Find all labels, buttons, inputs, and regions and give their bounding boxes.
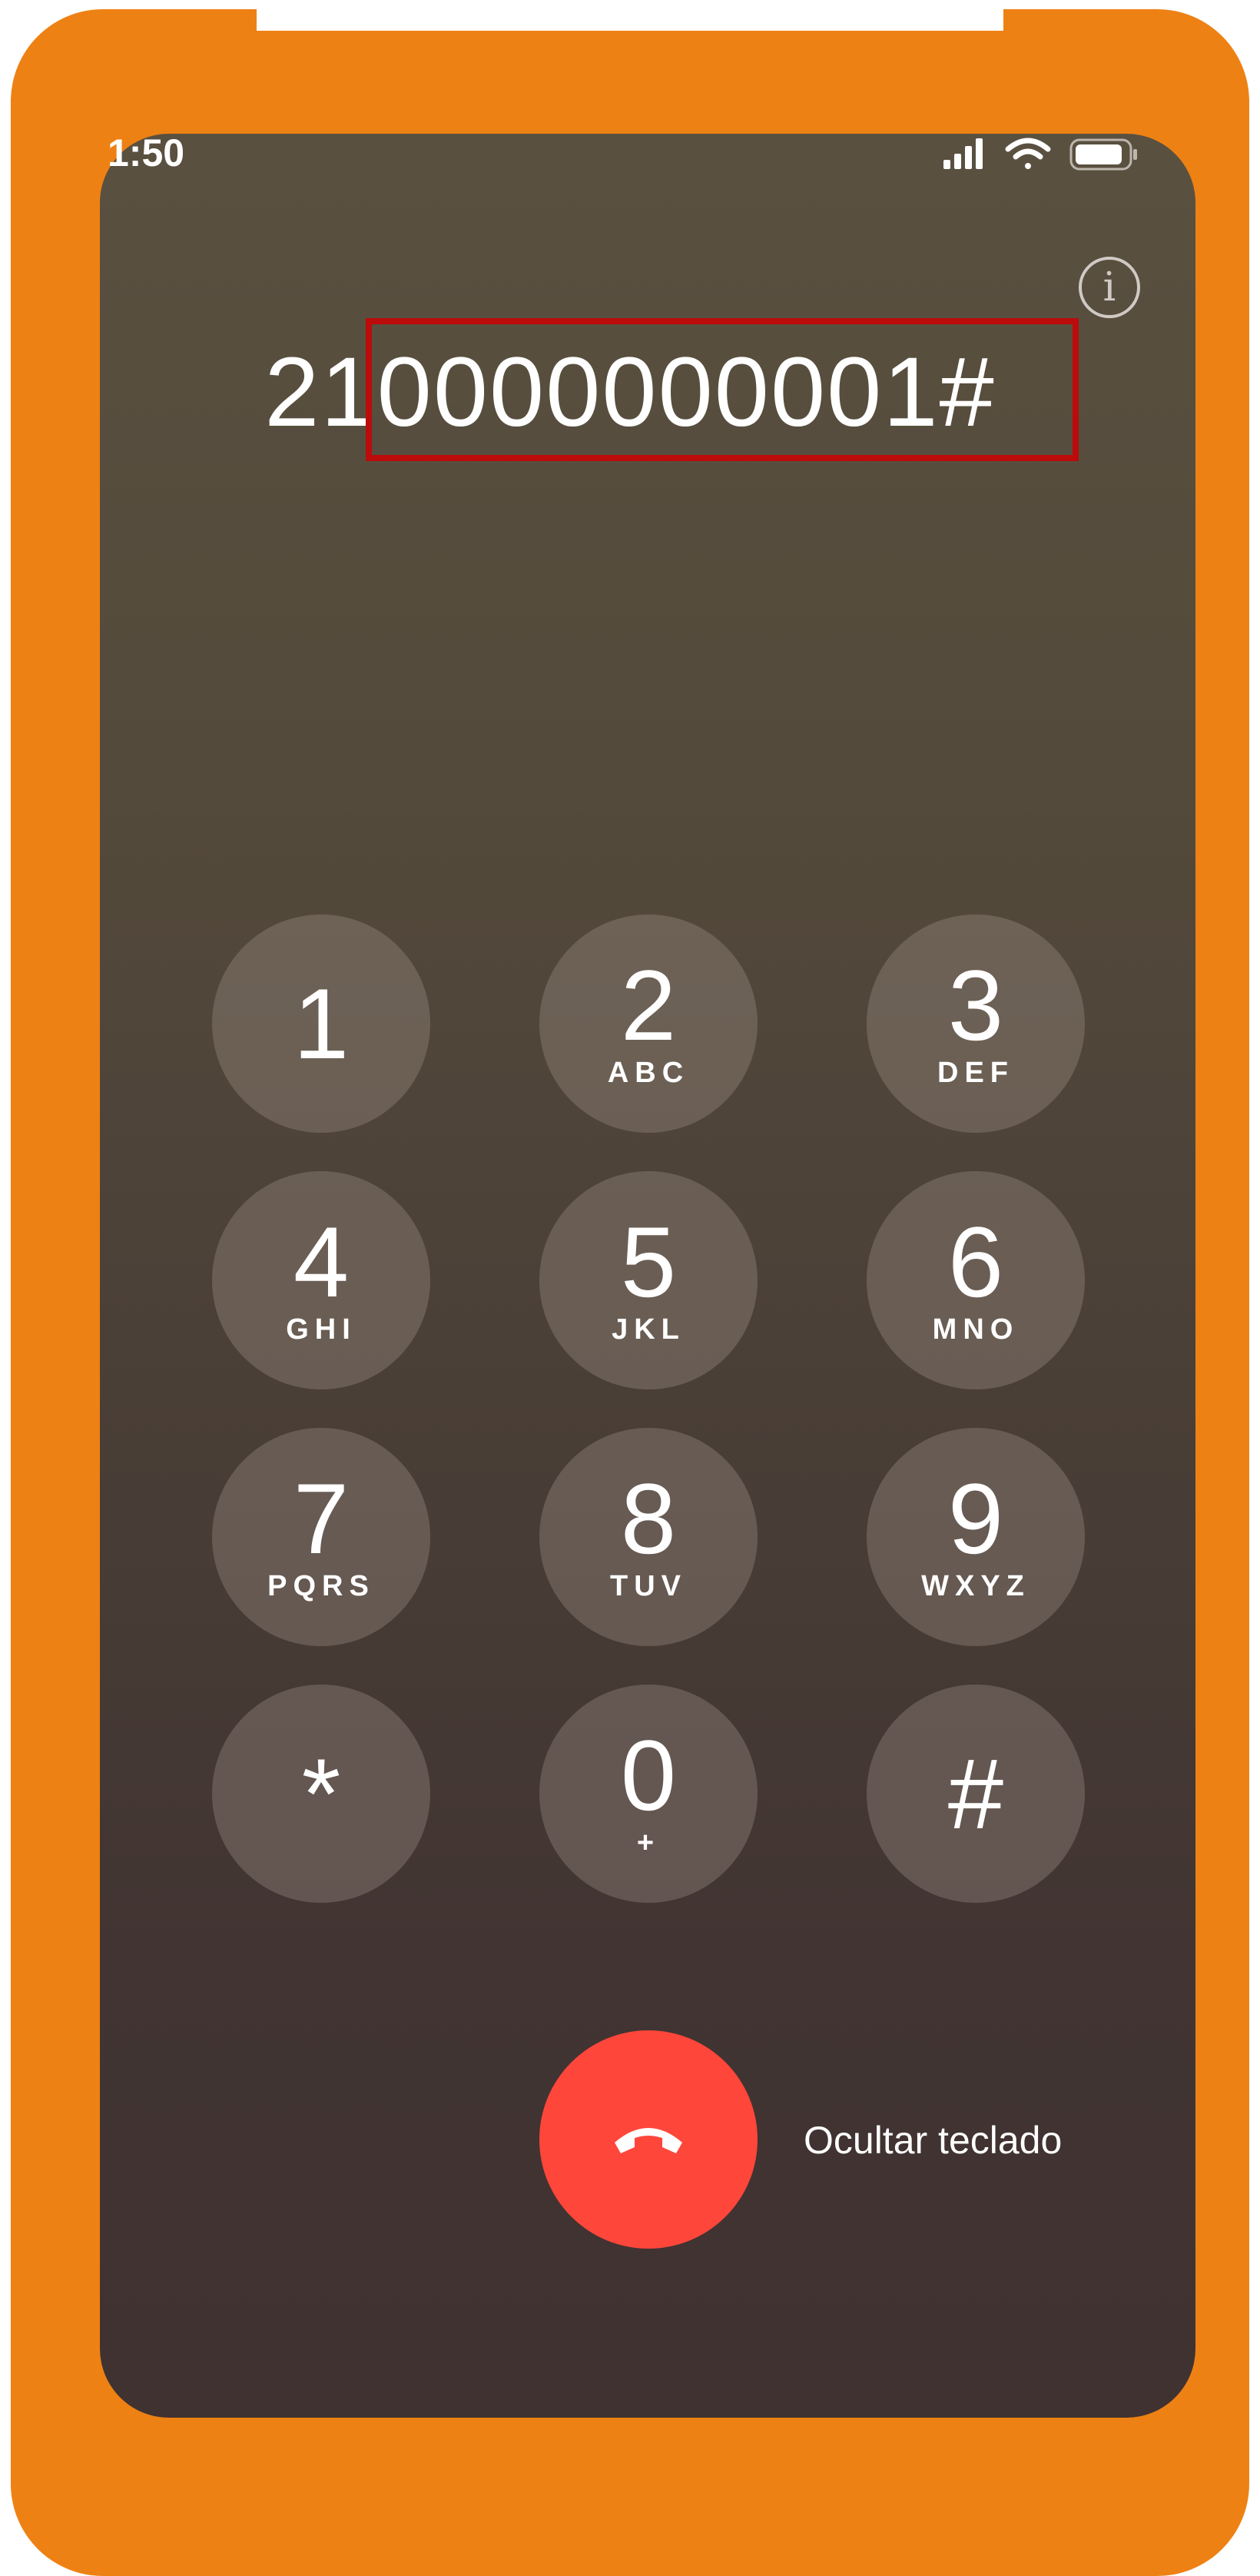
key-letters: DEF bbox=[937, 1057, 1014, 1089]
info-icon[interactable]: i bbox=[1079, 257, 1140, 318]
key-0[interactable]: 0 + bbox=[539, 1685, 758, 1903]
status-icons bbox=[942, 135, 1142, 174]
status-time: 1:50 bbox=[108, 131, 185, 174]
step-title: Paso 5 bbox=[0, 0, 1260, 46]
key-7[interactable]: 7 PQRS bbox=[212, 1428, 430, 1646]
wifi-icon bbox=[1005, 138, 1051, 169]
key-letters: JKL bbox=[612, 1313, 685, 1346]
key-digit: # bbox=[947, 1738, 1004, 1850]
key-2[interactable]: 2 ABC bbox=[539, 915, 758, 1133]
key-4[interactable]: 4 GHI bbox=[212, 1171, 430, 1389]
key-hash[interactable]: # bbox=[867, 1685, 1085, 1903]
key-9[interactable]: 9 WXYZ bbox=[867, 1428, 1085, 1646]
key-digit: 3 bbox=[947, 949, 1004, 1061]
key-5[interactable]: 5 JKL bbox=[539, 1171, 758, 1389]
key-letters: PQRS bbox=[267, 1570, 375, 1602]
key-letters: ABC bbox=[607, 1057, 690, 1089]
cellular-signal-icon bbox=[943, 138, 983, 169]
key-letters: MNO bbox=[932, 1313, 1020, 1346]
key-8[interactable]: 8 TUV bbox=[539, 1428, 758, 1646]
key-3[interactable]: 3 DEF bbox=[867, 915, 1085, 1133]
key-digit: * bbox=[301, 1738, 341, 1850]
key-digit: 7 bbox=[293, 1462, 350, 1575]
key-digit: 0 bbox=[620, 1719, 677, 1831]
key-digit: 5 bbox=[620, 1206, 677, 1318]
key-letters: TUV bbox=[610, 1570, 687, 1602]
hide-keypad-button[interactable]: Ocultar teclado bbox=[804, 2118, 1062, 2163]
key-digit: 9 bbox=[947, 1462, 1004, 1575]
key-digit: 4 bbox=[293, 1206, 350, 1318]
key-digit: 2 bbox=[620, 949, 677, 1061]
key-digit: 8 bbox=[620, 1462, 677, 1575]
key-1[interactable]: 1 bbox=[212, 915, 430, 1133]
key-letters: + bbox=[636, 1827, 661, 1859]
end-call-button[interactable] bbox=[539, 2030, 758, 2249]
number-highlight-box bbox=[366, 318, 1079, 461]
battery-icon bbox=[1069, 138, 1137, 171]
key-star[interactable]: * bbox=[212, 1685, 430, 1903]
key-letters: GHI bbox=[286, 1313, 356, 1346]
key-digit: 6 bbox=[947, 1206, 1004, 1318]
key-letters: WXYZ bbox=[921, 1570, 1030, 1602]
hang-up-icon bbox=[615, 2128, 682, 2153]
key-6[interactable]: 6 MNO bbox=[867, 1171, 1085, 1389]
key-digit: 1 bbox=[293, 968, 350, 1080]
